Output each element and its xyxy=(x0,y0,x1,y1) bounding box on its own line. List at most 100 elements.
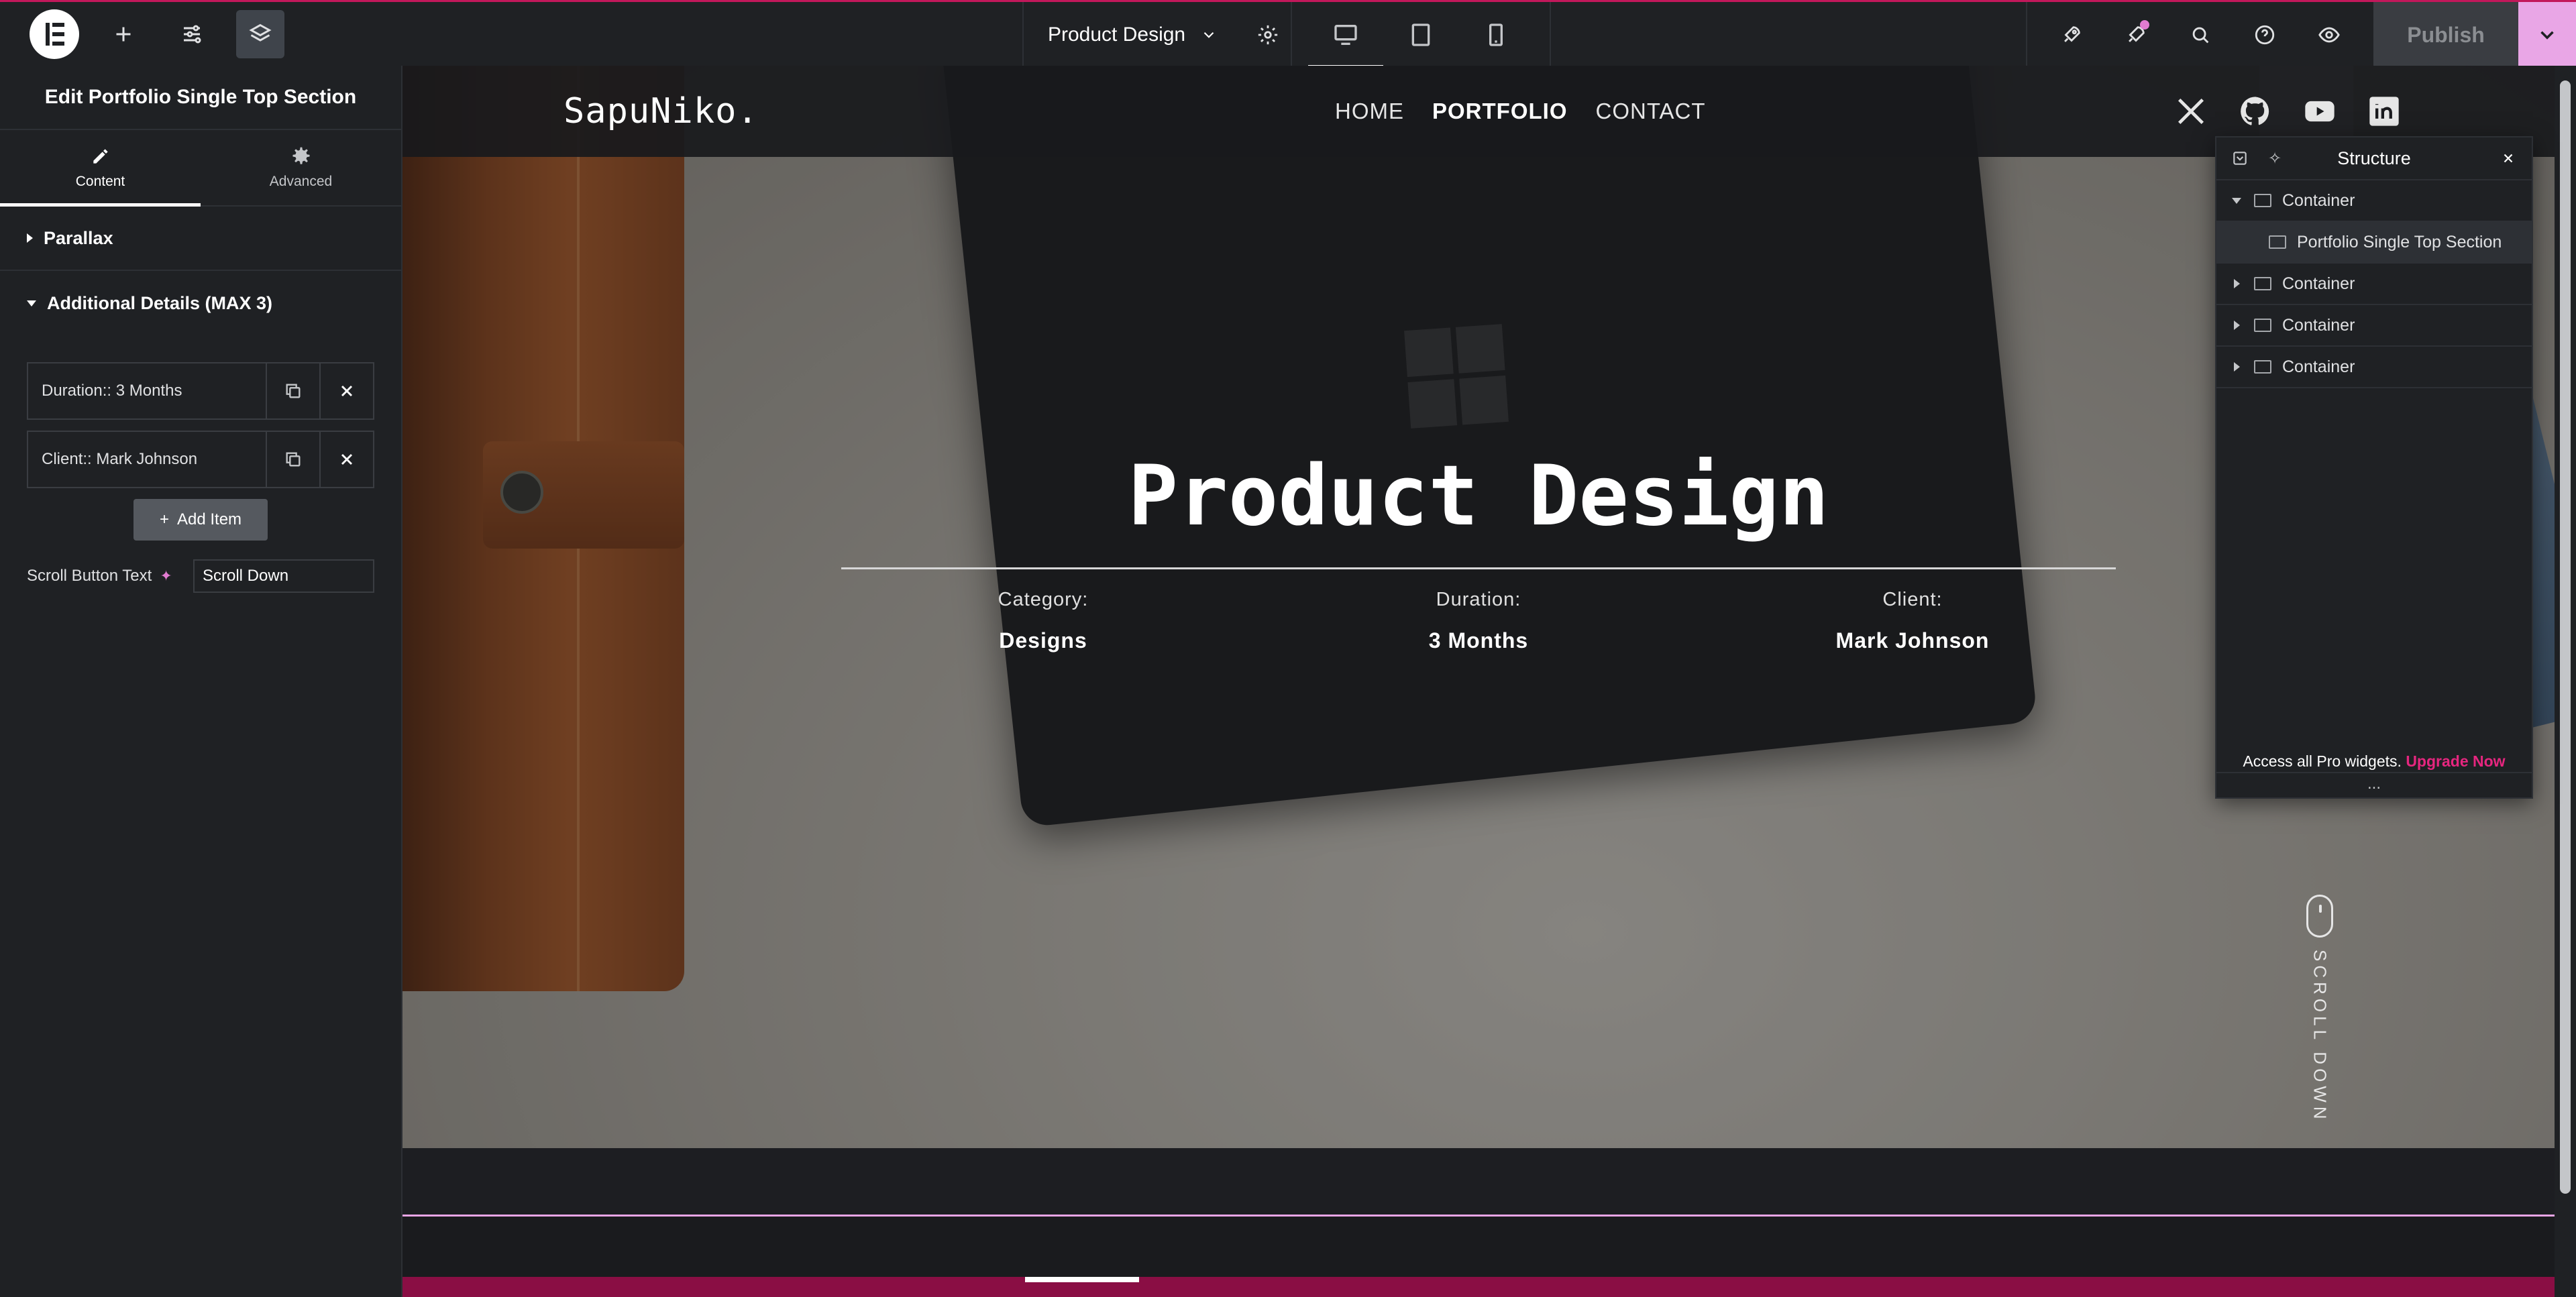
desktop-view-button[interactable] xyxy=(1308,2,1383,68)
linkedin-icon[interactable] xyxy=(2367,94,2402,129)
mobile-view-button[interactable] xyxy=(1458,2,1534,68)
search-button[interactable] xyxy=(2176,11,2224,59)
meta-value: Mark Johnson xyxy=(1835,628,1990,653)
pencil-icon xyxy=(93,149,108,164)
meta-key: Client: xyxy=(1882,589,1943,610)
bottom-strip xyxy=(402,1277,2555,1297)
add-item-label: Add Item xyxy=(176,510,242,528)
menu-item-contact[interactable]: CONTACT xyxy=(1596,99,1706,124)
structure-row-container[interactable]: Container xyxy=(2216,305,2532,347)
repeater-item-label[interactable]: Client:: Mark Johnson xyxy=(28,432,266,487)
bottom-strip-tab[interactable] xyxy=(1025,1277,1139,1282)
device-switcher xyxy=(1291,2,1551,68)
desktop-icon xyxy=(1334,25,1357,45)
structure-title: Structure xyxy=(2337,148,2411,168)
help-button[interactable] xyxy=(2241,11,2289,59)
plus-icon: + xyxy=(159,510,169,528)
checklist-button[interactable] xyxy=(2047,11,2096,59)
tablet-view-button[interactable] xyxy=(1383,2,1458,68)
upgrade-now-link[interactable]: Upgrade Now xyxy=(2406,752,2505,770)
meta-key: Duration: xyxy=(1436,589,1521,610)
add-element-button[interactable] xyxy=(99,10,148,58)
menu-item-portfolio[interactable]: PORTFOLIO xyxy=(1432,99,1568,124)
repeater-item[interactable]: Client:: Mark Johnson xyxy=(27,431,374,488)
layers-icon xyxy=(249,23,272,42)
remove-item-button[interactable] xyxy=(319,432,373,487)
section-additional-details[interactable]: Additional Details (MAX 3) xyxy=(0,271,401,335)
repeater-item[interactable]: Duration:: 3 Months xyxy=(27,362,374,420)
copy-icon xyxy=(286,452,301,467)
meta-client: Client: Mark Johnson xyxy=(1778,589,2047,653)
site-settings-button[interactable] xyxy=(168,10,216,58)
tab-advanced[interactable]: Advanced xyxy=(201,130,401,205)
next-section[interactable] xyxy=(402,1148,2555,1217)
close-icon xyxy=(341,385,353,397)
youtube-icon[interactable] xyxy=(2302,94,2337,129)
github-icon[interactable] xyxy=(2238,94,2273,129)
resize-handle[interactable]: ... xyxy=(2216,772,2532,793)
meta-value: 3 Months xyxy=(1428,628,1529,653)
tab-content-label: Content xyxy=(75,174,125,189)
close-icon xyxy=(341,453,353,465)
notifications-button[interactable] xyxy=(2112,11,2160,59)
publish-options-button[interactable] xyxy=(2518,2,2576,68)
structure-row-widget[interactable]: Portfolio Single Top Section xyxy=(2216,222,2532,264)
container-icon xyxy=(2254,277,2271,290)
duplicate-item-button[interactable] xyxy=(266,432,319,487)
add-item-button[interactable]: + Add Item xyxy=(133,499,268,541)
hero-divider xyxy=(841,567,2116,569)
structure-row-container[interactable]: Container xyxy=(2216,264,2532,305)
plus-icon xyxy=(116,27,131,41)
duplicate-item-button[interactable] xyxy=(266,363,319,418)
site-menu: HOME PORTFOLIO CONTACT xyxy=(1335,99,1706,124)
copy-icon xyxy=(286,384,301,398)
remove-item-button[interactable] xyxy=(319,363,373,418)
search-icon xyxy=(2192,27,2209,44)
editor-panel: Edit Portfolio Single Top Section Conten… xyxy=(0,66,402,1297)
mouse-icon xyxy=(2306,895,2333,938)
caret-right-icon[interactable] xyxy=(2230,362,2243,372)
scrollbar-thumb[interactable] xyxy=(2560,80,2571,1194)
close-structure-button[interactable] xyxy=(2498,148,2518,168)
caret-right-icon[interactable] xyxy=(2230,279,2243,288)
preview-button[interactable] xyxy=(2305,11,2353,59)
repeater-item-label[interactable]: Duration:: 3 Months xyxy=(28,363,266,418)
structure-header: ✧ Structure xyxy=(2216,137,2532,180)
structure-row-label: Container xyxy=(2282,190,2355,210)
structure-panel: ✧ Structure Container Portfolio Single T… xyxy=(2215,136,2533,799)
canvas-scrollbar[interactable] xyxy=(2555,66,2576,1297)
promo-text: Access all Pro widgets. xyxy=(2243,752,2402,770)
scroll-button-text-control: Scroll Button Text ✦ xyxy=(27,559,374,593)
ai-sparkle-icon[interactable]: ✦ xyxy=(160,567,172,585)
structure-row-label: Container xyxy=(2282,274,2355,293)
x-icon[interactable] xyxy=(2174,94,2208,129)
sliders-icon xyxy=(184,25,201,43)
structure-row-label: Container xyxy=(2282,315,2355,335)
scroll-button-text-input[interactable] xyxy=(193,559,374,593)
page-settings-gear-icon[interactable] xyxy=(1256,23,1279,46)
top-bar-tools xyxy=(2026,2,2373,68)
structure-button[interactable] xyxy=(236,9,284,58)
gear-icon xyxy=(292,147,310,164)
tab-advanced-label: Advanced xyxy=(269,174,333,189)
section-parallax[interactable]: Parallax xyxy=(0,207,401,271)
widget-icon xyxy=(2269,235,2286,249)
meta-key: Category: xyxy=(998,589,1089,610)
structure-row-container[interactable]: Container xyxy=(2216,180,2532,222)
site-brand[interactable]: SapuNiko. xyxy=(564,91,759,131)
tablet-icon xyxy=(1411,23,1430,46)
caret-right-icon[interactable] xyxy=(2230,321,2243,330)
publish-button[interactable]: Publish xyxy=(2373,2,2518,68)
structure-row-container[interactable]: Container xyxy=(2216,347,2532,388)
scroll-down-button[interactable]: SCROLL DOWN xyxy=(2306,895,2333,1123)
notification-dot xyxy=(2140,20,2149,30)
tab-content[interactable]: Content xyxy=(0,130,201,207)
rocket-icon xyxy=(2064,26,2080,42)
structure-row-label: Portfolio Single Top Section xyxy=(2297,232,2502,251)
section-parallax-label: Parallax xyxy=(44,227,113,248)
caret-right-icon xyxy=(27,233,33,243)
elementor-logo-icon[interactable] xyxy=(30,9,79,59)
menu-item-home[interactable]: HOME xyxy=(1335,99,1404,124)
document-title-dropdown[interactable]: Product Design xyxy=(1022,2,1291,68)
caret-down-icon[interactable] xyxy=(2230,197,2243,204)
